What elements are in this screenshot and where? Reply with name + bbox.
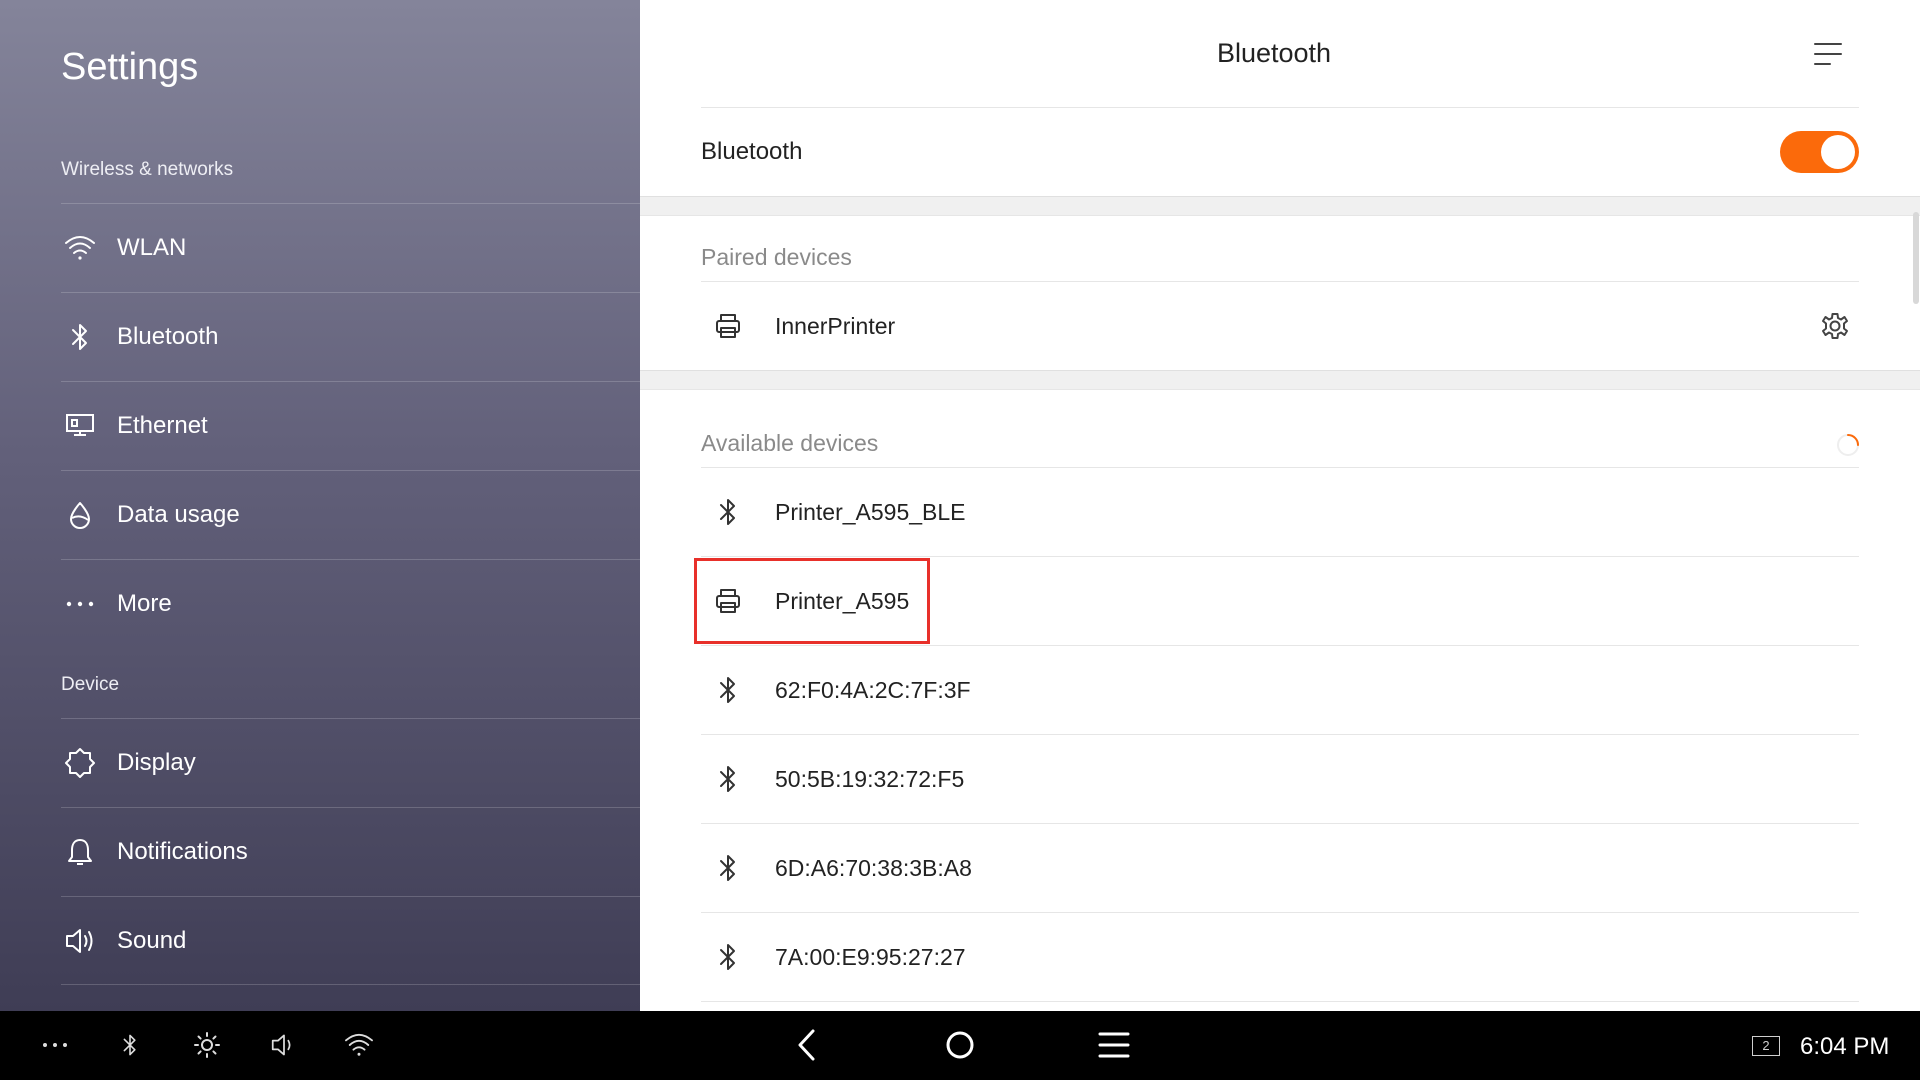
back-button[interactable]: [790, 1028, 824, 1062]
wifi-icon: [63, 231, 97, 265]
recent-apps-button[interactable]: [1097, 1028, 1131, 1062]
menu-button[interactable]: [1810, 36, 1846, 72]
section-wireless-networks: Wireless & networks: [61, 159, 234, 180]
volume-icon[interactable]: [267, 1028, 301, 1062]
sidebar-divider: [61, 984, 640, 985]
printer-icon: [711, 309, 745, 343]
back-arrow-icon: [798, 1029, 815, 1061]
bluetooth-icon: [711, 762, 745, 796]
available-devices-header: Available devices: [701, 430, 879, 456]
sidebar-item-label: Ethernet: [117, 412, 208, 439]
available-device-row[interactable]: 50:5B:19:32:72:F5: [701, 735, 1859, 824]
device-name: 62:F0:4A:2C:7F:3F: [775, 676, 971, 703]
scrollbar[interactable]: [1913, 212, 1919, 304]
sidebar-item-label: Notifications: [117, 838, 248, 865]
device-name: 6D:A6:70:38:3B:A8: [775, 854, 972, 881]
sidebar-item-ethernet[interactable]: Ethernet: [61, 381, 640, 470]
clock: 6:04 PM: [1800, 1033, 1890, 1060]
scanning-spinner-icon: [1836, 433, 1860, 457]
bluetooth-settings-panel: Bluetooth Bluetooth Paired devices Inner…: [640, 0, 1920, 1011]
bluetooth-toggle-label: Bluetooth: [701, 138, 803, 165]
ethernet-icon: [63, 409, 97, 443]
device-name: 50:5B:19:32:72:F5: [775, 765, 965, 792]
sidebar-item-display[interactable]: Display: [61, 718, 640, 807]
paired-device-innerprinter[interactable]: InnerPrinter: [701, 282, 1859, 370]
paired-devices-header: Paired devices: [701, 244, 852, 270]
bluetooth-toggle-switch[interactable]: [1780, 131, 1859, 173]
more-dots-icon: [63, 587, 97, 621]
sidebar-item-label: WLAN: [117, 234, 187, 261]
bell-icon: [63, 835, 97, 869]
section-separator: [640, 196, 1920, 216]
settings-sidebar: Settings Wireless & networks WLAN Blueto…: [0, 0, 640, 1011]
device-name: 7A:00:E9:95:27:27: [775, 943, 966, 970]
system-navigation-bar: 2 6:04 PM: [0, 1011, 1920, 1080]
selection-highlight-box: [694, 558, 930, 644]
sidebar-item-more[interactable]: More: [61, 559, 640, 648]
bluetooth-icon: [711, 940, 745, 974]
sidebar-item-label: Sound: [117, 927, 187, 954]
sidebar-item-label: Display: [117, 749, 196, 776]
speaker-icon: [63, 924, 97, 958]
toggle-knob: [1821, 135, 1855, 169]
bluetooth-icon: [711, 673, 745, 707]
section-device: Device: [61, 674, 120, 695]
device-settings-gear-icon[interactable]: [1820, 311, 1850, 341]
recents-menu-icon: [1098, 1032, 1130, 1058]
section-separator: [640, 370, 1920, 390]
screen-count-badge[interactable]: 2: [1752, 1036, 1780, 1056]
page-title: Bluetooth: [1216, 38, 1332, 68]
brightness-icon[interactable]: [190, 1028, 224, 1062]
sidebar-item-label: Bluetooth: [117, 323, 219, 350]
sidebar-item-wlan[interactable]: WLAN: [61, 203, 640, 292]
sidebar-item-bluetooth[interactable]: Bluetooth: [61, 292, 640, 381]
sidebar-title: Settings: [61, 46, 199, 88]
bluetooth-icon: [711, 495, 745, 529]
more-dots-icon[interactable]: [38, 1028, 72, 1062]
home-button[interactable]: [943, 1028, 977, 1062]
data-usage-icon: [63, 498, 97, 532]
bluetooth-icon[interactable]: [113, 1028, 147, 1062]
device-name: Printer_A595_BLE: [775, 498, 966, 525]
available-device-row[interactable]: Printer_A595_BLE: [701, 468, 1859, 557]
sidebar-item-label: More: [117, 590, 172, 617]
device-name: InnerPrinter: [775, 312, 896, 339]
bluetooth-toggle-row[interactable]: Bluetooth: [701, 108, 1859, 196]
available-device-row[interactable]: 7A:00:E9:95:27:27: [701, 913, 1859, 1002]
sidebar-item-data-usage[interactable]: Data usage: [61, 470, 640, 559]
sidebar-item-sound[interactable]: Sound: [61, 896, 640, 985]
bluetooth-icon: [711, 851, 745, 885]
available-device-row[interactable]: 62:F0:4A:2C:7F:3F: [701, 646, 1859, 735]
sidebar-item-label: Data usage: [117, 501, 240, 528]
available-device-row[interactable]: 6D:A6:70:38:3B:A8: [701, 824, 1859, 913]
hamburger-menu-icon: [1814, 43, 1842, 65]
home-circle-icon: [946, 1031, 974, 1059]
wifi-icon[interactable]: [342, 1028, 376, 1062]
bluetooth-icon: [63, 320, 97, 354]
sidebar-item-notifications[interactable]: Notifications: [61, 807, 640, 896]
display-brightness-icon: [63, 746, 97, 780]
